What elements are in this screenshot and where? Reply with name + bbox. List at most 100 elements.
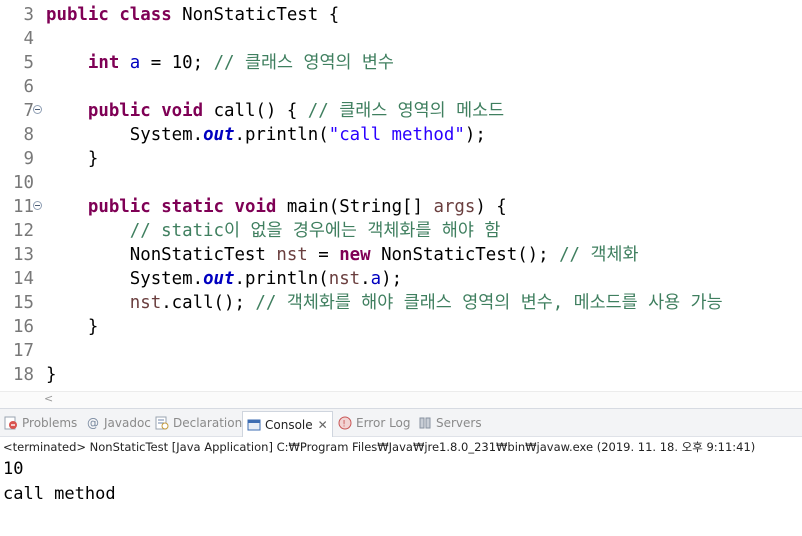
- code-token: nst: [276, 245, 308, 265]
- code-line[interactable]: 12 // static이 없을 경우에는 객체화를 해야 함: [0, 219, 802, 243]
- code-text: int a = 10; // 클래스 영역의 변수: [46, 51, 394, 75]
- javadoc-icon: @: [87, 416, 99, 430]
- code-token: // 클래스 영역의 메소드: [307, 101, 505, 121]
- tab-label: Servers: [436, 416, 482, 430]
- code-token: main(String[]: [276, 197, 434, 217]
- line-number: 17: [13, 341, 34, 361]
- line-number: 16: [13, 317, 34, 337]
- code-token: // 객체화: [559, 245, 639, 265]
- code-token: =: [307, 245, 340, 265]
- code-text: System.out.println("call method");: [46, 123, 486, 147]
- code-token: args: [433, 197, 476, 217]
- line-number: 7: [23, 101, 34, 121]
- code-text: public class NonStaticTest {: [46, 3, 339, 27]
- code-token: "call method": [328, 125, 465, 145]
- line-number: 8: [23, 125, 34, 145]
- scroll-left-icon[interactable]: <: [44, 392, 53, 406]
- code-token: System.: [46, 269, 204, 289]
- code-token: public: [87, 101, 151, 121]
- code-line[interactable]: 5 int a = 10; // 클래스 영역의 변수: [0, 51, 802, 75]
- code-token: // static이 없을 경우에는 객체화를 해야 함: [129, 221, 501, 241]
- code-token: a: [370, 269, 382, 289]
- code-line[interactable]: 11 public static void main(String[] args…: [0, 195, 802, 219]
- console-output-line: 10: [3, 459, 24, 479]
- code-line[interactable]: 14 System.out.println(nst.a);: [0, 267, 802, 291]
- code-token: out: [203, 269, 235, 289]
- tab-label: Declaration: [173, 416, 243, 430]
- console-icon: [247, 419, 261, 431]
- code-text: public static void main(String[] args) {: [46, 195, 507, 219]
- code-token: );: [464, 125, 486, 145]
- code-text: // static이 없을 경우에는 객체화를 해야 함: [46, 219, 501, 243]
- code-text: NonStaticTest nst = new NonStaticTest();…: [46, 243, 639, 267]
- code-line[interactable]: 15 nst.call(); // 객체화를 해야 클래스 영역의 변수, 메소…: [0, 291, 802, 315]
- code-token: nst: [129, 293, 162, 313]
- servers-icon: [419, 417, 431, 429]
- code-token: NonStaticTest: [46, 245, 277, 265]
- code-line[interactable]: 9 }: [0, 147, 802, 171]
- code-token: System.: [46, 125, 204, 145]
- code-line[interactable]: 7 public void call() { // 클래스 영역의 메소드: [0, 99, 802, 123]
- line-number: 15: [13, 293, 34, 313]
- console-launch-info: <terminated> NonStaticTest [Java Applica…: [3, 440, 756, 454]
- console-output-line: call method: [3, 484, 116, 504]
- tab-declaration[interactable]: Declaration: [155, 412, 242, 435]
- tab-label: Javadoc: [104, 416, 151, 430]
- code-token: .: [360, 269, 371, 289]
- line-number: 4: [23, 29, 34, 49]
- tab-problems[interactable]: Problems: [4, 412, 77, 435]
- code-token: a: [129, 53, 141, 73]
- code-line[interactable]: 13 NonStaticTest nst = new NonStaticTest…: [0, 243, 802, 267]
- code-line[interactable]: 8 System.out.println("call method");: [0, 123, 802, 147]
- code-token: call() {: [203, 101, 308, 121]
- code-text: }: [46, 363, 56, 387]
- horizontal-scrollbar[interactable]: <: [0, 391, 802, 408]
- svg-text:!: !: [342, 420, 346, 430]
- code-token: .println(: [234, 125, 329, 145]
- code-token: );: [381, 269, 403, 289]
- code-line[interactable]: 4: [0, 27, 802, 51]
- code-line[interactable]: 3 public class NonStaticTest {: [0, 3, 802, 27]
- code-token: }: [46, 149, 99, 169]
- tab-servers[interactable]: Servers: [418, 412, 482, 435]
- line-number: 11: [13, 197, 34, 217]
- code-token: .call();: [161, 293, 256, 313]
- code-line[interactable]: 16 }: [0, 315, 802, 339]
- line-number: 9: [23, 149, 34, 169]
- line-number: 14: [13, 269, 34, 289]
- line-number: 12: [13, 221, 34, 241]
- tab-console[interactable]: Console ✕: [242, 411, 333, 437]
- console-output[interactable]: 10 call method: [3, 457, 793, 507]
- code-token: out: [203, 125, 235, 145]
- line-number: 5: [23, 53, 34, 73]
- code-token: new: [339, 245, 371, 265]
- tab-label: Console: [265, 418, 313, 432]
- code-line[interactable]: 6: [0, 75, 802, 99]
- fold-collapse-icon[interactable]: [33, 105, 42, 114]
- code-editor[interactable]: 3 public class NonStaticTest {4 5 int a = …: [0, 0, 802, 391]
- fold-collapse-icon[interactable]: [33, 201, 42, 210]
- line-number: 13: [13, 245, 34, 265]
- tab-label: Problems: [22, 416, 78, 430]
- code-line[interactable]: 18}: [0, 363, 802, 387]
- code-token: public: [87, 197, 151, 217]
- code-token: nst: [328, 269, 361, 289]
- views-tab-bar: Problems @ Javadoc Declaration Console ✕ …: [0, 408, 802, 437]
- code-text: }: [46, 315, 98, 339]
- close-icon[interactable]: ✕: [318, 418, 328, 432]
- code-line[interactable]: 17: [0, 339, 802, 363]
- tab-label: Error Log: [356, 416, 411, 430]
- line-number: 3: [23, 5, 34, 25]
- tab-javadoc[interactable]: @ Javadoc: [86, 412, 151, 435]
- code-text: System.out.println(nst.a);: [46, 267, 402, 291]
- code-token: = 10;: [140, 53, 214, 73]
- code-token: static: [161, 197, 225, 217]
- code-line[interactable]: 10: [0, 171, 802, 195]
- code-text: nst.call(); // 객체화를 해야 클래스 영역의 변수, 메소드를 …: [46, 291, 723, 315]
- tab-error-log[interactable]: ! Error Log: [338, 412, 411, 435]
